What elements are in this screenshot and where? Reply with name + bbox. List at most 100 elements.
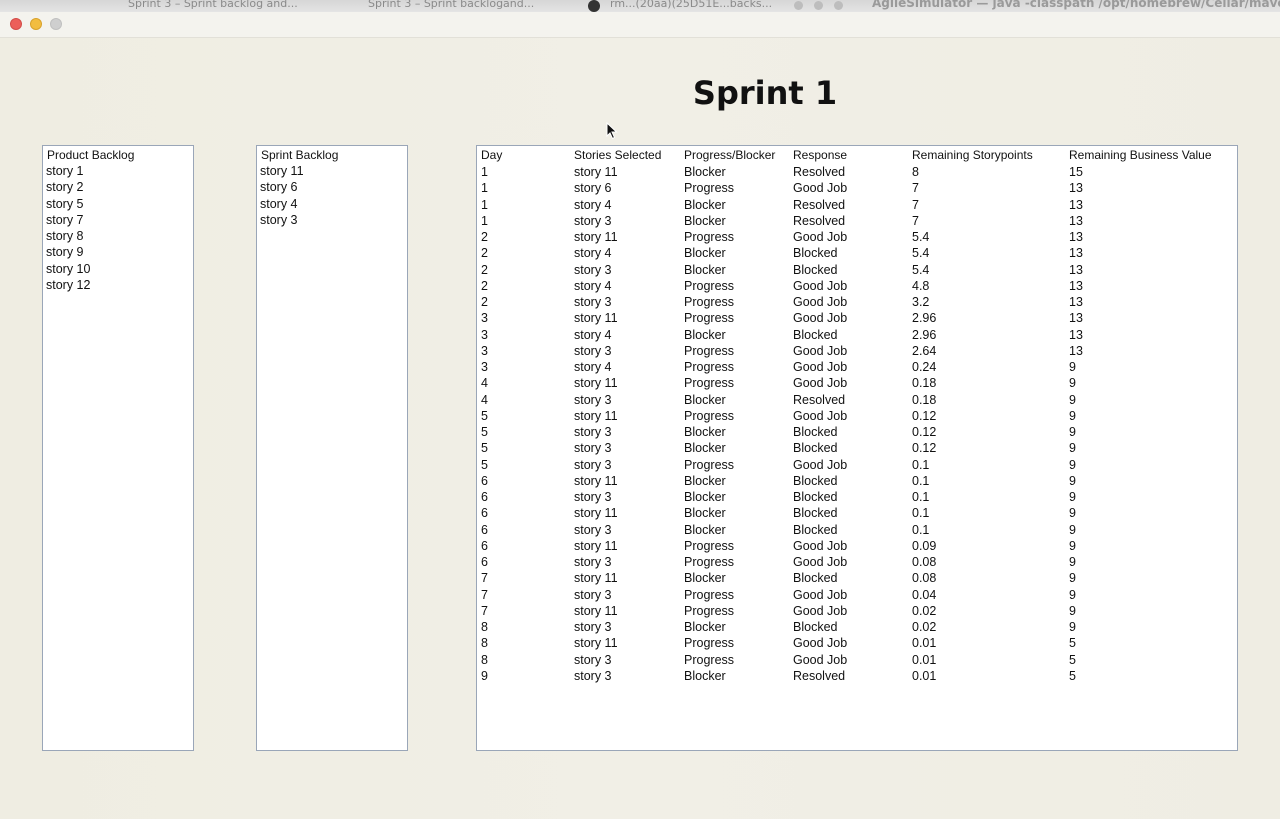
cell-business-value: 9 <box>1069 457 1076 472</box>
table-row[interactable]: 4 story 11 Progress Good Job 0.18 9 <box>477 375 1237 391</box>
table-row[interactable]: 8 story 3 Progress Good Job 0.01 5 <box>477 652 1237 668</box>
cell-response: Good Job <box>793 457 848 472</box>
list-item[interactable]: story 11 <box>257 163 407 179</box>
cell-day: 4 <box>481 392 488 407</box>
cell-progress: Progress <box>684 230 735 244</box>
cell-response: Good Job <box>793 538 848 553</box>
cell-storypoints: 7 <box>912 197 919 212</box>
table-row[interactable]: 3 story 4 Blocker Blocked 2.96 13 <box>477 327 1237 343</box>
cell-response: Resolved <box>793 213 846 228</box>
simulator-content: Sprint 1 Product Backlog story 1 story 2… <box>0 38 1280 819</box>
cell-story: story 11 <box>574 538 618 553</box>
table-row[interactable]: 5 story 3 Blocker Blocked 0.12 9 <box>477 424 1237 440</box>
column-header-progress: Progress/Blocker <box>684 148 776 162</box>
cell-response: Good Job <box>793 587 848 602</box>
minimize-window-button[interactable] <box>30 18 42 30</box>
product-backlog-list[interactable]: Product Backlog story 1 story 2 story 5 … <box>42 145 194 751</box>
list-item[interactable]: story 7 <box>43 212 193 228</box>
table-row[interactable]: 2 story 3 Progress Good Job 3.2 13 <box>477 294 1237 310</box>
cell-business-value: 9 <box>1069 587 1076 602</box>
table-row[interactable]: 1 story 11 Blocker Resolved 8 15 <box>477 164 1237 180</box>
column-header-business-value: Remaining Business Value <box>1069 148 1212 162</box>
table-row[interactable]: 5 story 11 Progress Good Job 0.12 9 <box>477 408 1237 424</box>
cell-storypoints: 0.01 <box>912 652 937 667</box>
table-row[interactable]: 1 story 6 Progress Good Job 7 13 <box>477 180 1237 196</box>
table-row[interactable]: 1 story 4 Blocker Resolved 7 13 <box>477 197 1237 213</box>
cell-storypoints: 2.96 <box>912 311 937 326</box>
cell-story: story 3 <box>574 555 612 569</box>
table-row[interactable]: 4 story 3 Blocker Resolved 0.18 9 <box>477 392 1237 408</box>
column-header-response: Response <box>793 148 848 162</box>
cell-business-value: 15 <box>1069 165 1083 179</box>
table-row[interactable]: 2 story 4 Blocker Blocked 5.4 13 <box>477 245 1237 261</box>
table-row[interactable]: 2 story 3 Blocker Blocked 5.4 13 <box>477 262 1237 278</box>
table-row[interactable]: 3 story 3 Progress Good Job 2.64 13 <box>477 343 1237 359</box>
table-row[interactable]: 7 story 11 Blocker Blocked 0.08 9 <box>477 570 1237 586</box>
table-row[interactable]: 3 story 11 Progress Good Job 2.96 13 <box>477 310 1237 326</box>
cell-day: 1 <box>481 213 488 228</box>
cell-business-value: 9 <box>1069 571 1076 586</box>
table-row[interactable]: 1 story 3 Blocker Resolved 7 13 <box>477 213 1237 229</box>
cell-business-value: 9 <box>1069 473 1076 488</box>
cell-storypoints: 0.04 <box>912 587 937 602</box>
cell-business-value: 9 <box>1069 441 1076 456</box>
cell-storypoints: 0.18 <box>912 376 937 391</box>
cell-story: story 6 <box>574 181 612 196</box>
table-row[interactable]: 5 story 3 Blocker Blocked 0.12 9 <box>477 440 1237 456</box>
cell-story: story 11 <box>574 603 618 618</box>
cell-day: 5 <box>481 441 488 456</box>
table-row[interactable]: 6 story 3 Blocker Blocked 0.1 9 <box>477 489 1237 505</box>
cell-business-value: 9 <box>1069 408 1076 423</box>
list-item[interactable]: story 1 <box>43 163 193 179</box>
list-item[interactable]: story 12 <box>43 277 193 293</box>
cell-business-value: 9 <box>1069 392 1076 407</box>
cell-story: story 3 <box>574 668 612 683</box>
cell-response: Good Job <box>793 343 848 358</box>
table-row[interactable]: 6 story 11 Progress Good Job 0.09 9 <box>477 538 1237 554</box>
cell-business-value: 13 <box>1069 230 1083 244</box>
table-row[interactable]: 9 story 3 Blocker Resolved 0.01 5 <box>477 668 1237 684</box>
cell-storypoints: 0.09 <box>912 538 937 553</box>
cell-response: Good Job <box>793 278 848 293</box>
close-window-button[interactable] <box>10 18 22 30</box>
table-row[interactable]: 6 story 11 Blocker Blocked 0.1 9 <box>477 505 1237 521</box>
table-row[interactable]: 7 story 11 Progress Good Job 0.02 9 <box>477 603 1237 619</box>
list-item[interactable]: story 9 <box>43 244 193 260</box>
sprint-title: Sprint 1 <box>692 74 838 112</box>
cell-progress: Progress <box>684 636 735 651</box>
cell-story: story 11 <box>574 473 618 488</box>
cell-response: Good Job <box>793 636 848 651</box>
table-row[interactable]: 6 story 3 Progress Good Job 0.08 9 <box>477 554 1237 570</box>
table-row[interactable]: 2 story 11 Progress Good Job 5.4 13 <box>477 229 1237 245</box>
cell-response: Resolved <box>793 668 846 683</box>
table-row[interactable]: 8 story 11 Progress Good Job 0.01 5 <box>477 635 1237 651</box>
list-item[interactable]: story 6 <box>257 179 407 195</box>
cell-response: Blocked <box>793 473 838 488</box>
cell-progress: Blocker <box>684 668 726 683</box>
table-row[interactable]: 5 story 3 Progress Good Job 0.1 9 <box>477 457 1237 473</box>
table-row[interactable]: 3 story 4 Progress Good Job 0.24 9 <box>477 359 1237 375</box>
cell-story: story 3 <box>574 213 612 228</box>
maximize-window-button[interactable] <box>50 18 62 30</box>
cell-business-value: 9 <box>1069 522 1076 537</box>
dot-icon <box>794 1 803 10</box>
list-item[interactable]: story 2 <box>43 179 193 195</box>
sprint-log-table[interactable]: Day Stories Selected Progress/Blocker Re… <box>476 145 1238 751</box>
table-row[interactable]: 2 story 4 Progress Good Job 4.8 13 <box>477 278 1237 294</box>
list-item[interactable]: story 10 <box>43 261 193 277</box>
cell-business-value: 5 <box>1069 636 1076 651</box>
list-item[interactable]: story 3 <box>257 212 407 228</box>
cell-progress: Progress <box>684 343 735 358</box>
cell-progress: Progress <box>684 587 735 602</box>
list-item[interactable]: story 4 <box>257 196 407 212</box>
sprint-backlog-list[interactable]: Sprint Backlog story 11 story 6 story 4 … <box>256 145 408 751</box>
table-row[interactable]: 6 story 11 Blocker Blocked 0.1 9 <box>477 473 1237 489</box>
table-row[interactable]: 7 story 3 Progress Good Job 0.04 9 <box>477 587 1237 603</box>
table-row[interactable]: 8 story 3 Blocker Blocked 0.02 9 <box>477 619 1237 635</box>
list-item[interactable]: story 5 <box>43 196 193 212</box>
cell-day: 8 <box>481 636 488 651</box>
list-item[interactable]: story 8 <box>43 228 193 244</box>
cell-day: 7 <box>481 603 488 618</box>
table-row[interactable]: 6 story 3 Blocker Blocked 0.1 9 <box>477 522 1237 538</box>
cell-business-value: 5 <box>1069 652 1076 667</box>
